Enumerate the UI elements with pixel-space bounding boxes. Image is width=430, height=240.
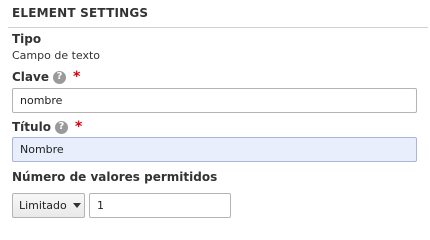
- section-divider: [8, 27, 428, 28]
- key-label: Clave ? *: [12, 70, 80, 84]
- allowed-values-label: Número de valores permitidos: [12, 170, 217, 184]
- limit-mode-selected: Limitado: [19, 199, 67, 212]
- type-label: Tipo: [12, 32, 41, 46]
- help-icon[interactable]: ?: [52, 70, 66, 84]
- type-label-text: Tipo: [12, 32, 42, 46]
- key-input[interactable]: [12, 88, 417, 113]
- help-icon[interactable]: ?: [54, 120, 68, 134]
- title-label-text: Título: [12, 120, 51, 134]
- required-asterisk: *: [72, 69, 81, 85]
- type-value: Campo de texto: [12, 49, 101, 62]
- allowed-values-label-text: Número de valores permitidos: [12, 170, 218, 184]
- limit-mode-select[interactable]: Limitado: [12, 193, 85, 218]
- key-label-text: Clave: [12, 70, 49, 84]
- title-input[interactable]: [12, 137, 417, 162]
- allowed-values-count-input[interactable]: [89, 193, 231, 218]
- title-label: Título ? *: [12, 120, 82, 134]
- required-asterisk: *: [74, 119, 83, 135]
- chevron-down-icon: [72, 203, 81, 208]
- section-title: ELEMENT SETTINGS: [12, 6, 149, 20]
